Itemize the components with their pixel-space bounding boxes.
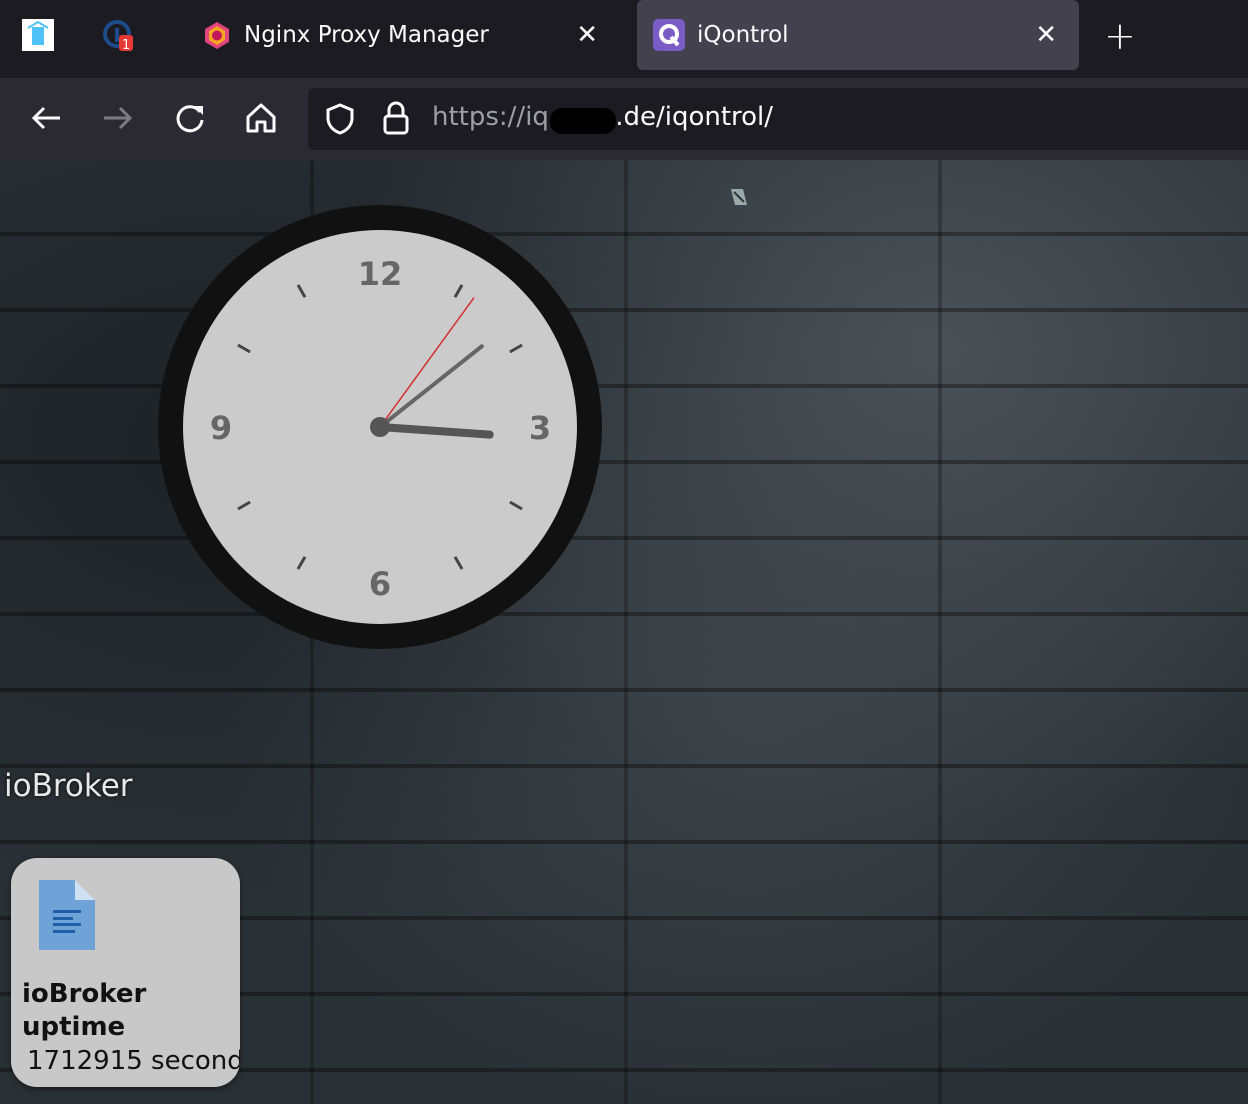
clock-number-12: 12 [358, 255, 403, 293]
reload-icon[interactable] [172, 100, 208, 136]
resize-arrow-icon[interactable] [728, 186, 750, 208]
document-icon [39, 880, 95, 950]
url-path: .de/iqontrol/ [615, 102, 774, 132]
tab-iqontrol[interactable]: iQontrol ✕ [637, 0, 1079, 70]
url-scheme: https://iq. [432, 102, 558, 132]
tab-bar: 1 Nginx Proxy Manager ✕ iQontrol ✕ + [0, 0, 1248, 78]
analog-clock: 12 3 6 9 [158, 205, 602, 649]
nginx-proxy-manager-icon [205, 22, 229, 49]
tab-nginx-proxy-manager[interactable]: Nginx Proxy Manager ✕ [188, 0, 620, 70]
section-title: ioBroker [4, 768, 133, 804]
lock-icon[interactable] [382, 100, 410, 136]
svg-text:1: 1 [122, 38, 130, 52]
back-icon[interactable] [28, 100, 64, 136]
pinned-tab-iobroker[interactable]: 1 [102, 18, 136, 52]
pinned-tab-docker[interactable] [21, 18, 55, 52]
clock-center [370, 417, 390, 437]
close-tab-icon[interactable]: ✕ [576, 20, 598, 50]
redaction [550, 108, 616, 134]
iobroker-pin-icon: 1 [103, 20, 133, 52]
clock-number-3: 3 [529, 409, 551, 447]
new-tab-button[interactable]: + [1104, 14, 1136, 58]
url-bar[interactable]: https://iq. .de/iqontrol/ [308, 88, 1248, 150]
clock-number-9: 9 [210, 409, 232, 447]
tab-title: Nginx Proxy Manager [244, 22, 489, 48]
docker-pin-icon [22, 19, 54, 51]
tracking-protection-shield-icon[interactable] [324, 102, 356, 136]
forward-icon[interactable] [100, 100, 136, 136]
close-tab-icon[interactable]: ✕ [1035, 20, 1057, 50]
navigation-toolbar: https://iq. .de/iqontrol/ [0, 78, 1248, 160]
tile-name: ioBroker uptime [22, 979, 147, 1042]
home-icon[interactable] [243, 100, 279, 136]
tab-title: iQontrol [697, 22, 789, 48]
iqontrol-page: 12 3 6 9 ioBroker ioBroker uptime 171291… [0, 160, 1248, 1104]
iqontrol-icon [653, 19, 685, 51]
clock-number-6: 6 [369, 565, 391, 603]
tile-value: 1712915 seconds [27, 1046, 240, 1076]
uptime-tile[interactable]: ioBroker uptime 1712915 seconds [11, 858, 240, 1087]
